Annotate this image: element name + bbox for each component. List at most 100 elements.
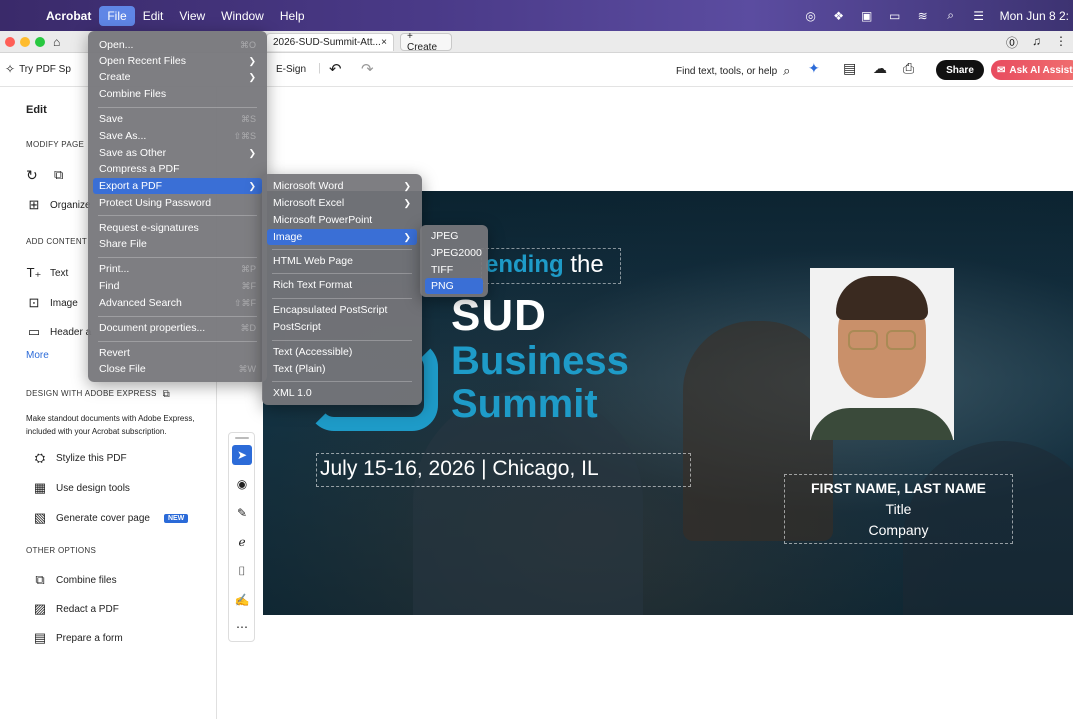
- tab-document[interactable]: 2026-SUD-Summit-Att... ×: [266, 33, 394, 51]
- menu-item-request-esign[interactable]: Request e-signatures: [93, 220, 262, 236]
- design-tools-button[interactable]: ▦ Use design tools: [32, 480, 130, 496]
- redact-pdf-button[interactable]: ▨ Redact a PDF: [32, 601, 119, 617]
- ask-ai-assistant-button[interactable]: ✉ Ask AI Assist: [991, 60, 1073, 80]
- try-pdf-spaces-button[interactable]: ✧ Try PDF Sp: [5, 62, 71, 76]
- add-text-button[interactable]: T₊ Text: [26, 265, 69, 281]
- screen-icon[interactable]: ▣: [860, 9, 874, 23]
- zoom-window-button[interactable]: [35, 36, 45, 47]
- attendee-name[interactable]: FIRST NAME, LAST NAME: [788, 480, 1009, 496]
- sud-heading[interactable]: SUD: [451, 291, 547, 341]
- menu-edit[interactable]: Edit: [135, 6, 172, 26]
- attending-heading[interactable]: ending the: [485, 251, 604, 279]
- menu-item-share-file[interactable]: Share File: [93, 236, 262, 252]
- attendee-company[interactable]: Company: [788, 522, 1009, 538]
- save-icon[interactable]: ▤: [843, 60, 856, 77]
- minimize-window-button[interactable]: [20, 36, 30, 47]
- menu-item-document-properties[interactable]: Document properties... ⌘D: [93, 320, 262, 336]
- attendee-photo[interactable]: [810, 268, 954, 440]
- menu-item-jpeg2000[interactable]: JPEG2000: [425, 245, 483, 261]
- menu-help[interactable]: Help: [272, 6, 313, 26]
- external-link-icon[interactable]: ⧉: [163, 389, 170, 400]
- save-label: Save: [99, 113, 123, 125]
- business-heading[interactable]: Business: [451, 341, 629, 381]
- comment-tool-icon[interactable]: ◉: [232, 474, 252, 494]
- combine-files-button[interactable]: ⧉ Combine files: [32, 572, 116, 588]
- menu-item-export-pdf[interactable]: Export a PDF ❯: [93, 178, 262, 194]
- close-icon[interactable]: ×: [381, 37, 387, 48]
- attendee-title[interactable]: Title: [788, 501, 1009, 517]
- wifi-icon[interactable]: ≋: [916, 9, 930, 23]
- menu-item-open[interactable]: Open... ⌘O: [93, 37, 262, 53]
- text-select-tool-icon[interactable]: ⌷: [232, 561, 252, 581]
- menu-item-revert[interactable]: Revert: [93, 345, 262, 361]
- bell-icon[interactable]: ♫: [1032, 34, 1041, 51]
- more-link[interactable]: More: [26, 350, 49, 361]
- menu-item-eps[interactable]: Encapsulated PostScript: [267, 302, 417, 318]
- organize-pages-button[interactable]: ⊞ Organize: [26, 197, 91, 213]
- menu-item-protect[interactable]: Protect Using Password: [93, 195, 262, 211]
- menu-item-excel[interactable]: Microsoft Excel ❯: [267, 195, 417, 211]
- close-window-button[interactable]: [5, 36, 15, 47]
- menu-item-print[interactable]: Print... ⌘P: [93, 261, 262, 277]
- menu-item-jpeg[interactable]: JPEG: [425, 228, 483, 244]
- menu-file[interactable]: File: [99, 5, 135, 26]
- create-tab-button[interactable]: + Create: [400, 31, 452, 53]
- menu-item-html[interactable]: HTML Web Page: [267, 253, 417, 269]
- find-tools-search[interactable]: Find text, tools, or help ⌕: [676, 63, 790, 79]
- redo-icon[interactable]: ↷: [361, 60, 374, 78]
- menu-item-postscript[interactable]: PostScript: [267, 319, 417, 335]
- prepare-form-button[interactable]: ▤ Prepare a form: [32, 630, 123, 646]
- clock[interactable]: Mon Jun 8 2:: [1000, 9, 1069, 23]
- summit-heading[interactable]: Summit: [451, 384, 598, 424]
- add-image-button[interactable]: ⊡ Image: [26, 295, 78, 311]
- menu-item-word[interactable]: Microsoft Word ❯: [267, 178, 417, 194]
- search-icon[interactable]: ⌕: [944, 8, 958, 23]
- menu-view[interactable]: View: [171, 6, 213, 26]
- battery-icon[interactable]: ▭: [888, 9, 902, 23]
- menu-window[interactable]: Window: [213, 6, 272, 26]
- esign-button[interactable]: E-Sign: [276, 64, 306, 75]
- menu-item-find[interactable]: Find ⌘F: [93, 278, 262, 294]
- menu-item-png[interactable]: PNG: [425, 278, 483, 294]
- menu-item-text-plain[interactable]: Text (Plain): [267, 361, 417, 377]
- sign-tool-icon[interactable]: ✍: [232, 590, 252, 610]
- undo-icon[interactable]: ↶: [329, 60, 342, 78]
- select-tool-icon[interactable]: ➤: [232, 445, 252, 465]
- control-center-icon[interactable]: ☰: [972, 9, 986, 23]
- print-icon[interactable]: ⎙: [903, 60, 914, 77]
- pen-tool-icon[interactable]: ✎: [232, 503, 252, 523]
- ai-tools-icon[interactable]: ✦: [808, 60, 820, 77]
- stylize-pdf-button[interactable]: ⛭ Stylize this PDF: [32, 450, 127, 466]
- menu-item-xml[interactable]: XML 1.0: [267, 385, 417, 401]
- event-date[interactable]: July 15-16, 2026 | Chicago, IL: [320, 457, 599, 481]
- menu-item-compress[interactable]: Compress a PDF: [93, 161, 262, 177]
- menu-item-powerpoint[interactable]: Microsoft PowerPoint: [267, 212, 417, 228]
- creative-cloud-icon[interactable]: ◎: [804, 9, 818, 23]
- drag-handle[interactable]: [235, 437, 249, 439]
- lasso-tool-icon[interactable]: ℯ: [232, 532, 252, 552]
- header-footer-button[interactable]: ▭ Header a: [26, 324, 91, 340]
- menu-item-create[interactable]: Create ❯: [93, 69, 262, 85]
- menu-item-close-file[interactable]: Close File ⌘W: [93, 361, 262, 377]
- apps-grid-icon[interactable]: ⋮: [1055, 34, 1067, 51]
- menu-app-acrobat[interactable]: Acrobat: [38, 6, 99, 26]
- help-icon[interactable]: ⓪: [1006, 34, 1018, 51]
- menu-item-text-accessible[interactable]: Text (Accessible): [267, 344, 417, 360]
- dropbox-icon[interactable]: ❖: [832, 9, 846, 23]
- menu-item-tiff[interactable]: TIFF: [425, 262, 483, 278]
- menu-item-advanced-search[interactable]: Advanced Search ⇧⌘F: [93, 295, 262, 311]
- rotate-icon[interactable]: ↻: [26, 167, 38, 184]
- menu-item-image[interactable]: Image ❯: [267, 229, 417, 245]
- cloud-upload-icon[interactable]: ☁: [873, 60, 887, 77]
- menu-item-save-as[interactable]: Save As... ⇧⌘S: [93, 128, 262, 144]
- share-button[interactable]: Share: [936, 60, 984, 80]
- menu-item-open-recent[interactable]: Open Recent Files ❯: [93, 53, 262, 69]
- menu-item-combine[interactable]: Combine Files: [93, 86, 262, 102]
- more-tools-icon[interactable]: ⋯: [232, 617, 252, 637]
- menu-item-rtf[interactable]: Rich Text Format: [267, 277, 417, 293]
- menu-item-save-other[interactable]: Save as Other ❯: [93, 145, 262, 161]
- home-icon[interactable]: ⌂: [53, 35, 60, 49]
- cover-page-button[interactable]: ▧ Generate cover page NEW: [32, 510, 189, 526]
- menu-item-save[interactable]: Save ⌘S: [93, 111, 262, 127]
- crop-icon[interactable]: ⧉: [54, 167, 63, 183]
